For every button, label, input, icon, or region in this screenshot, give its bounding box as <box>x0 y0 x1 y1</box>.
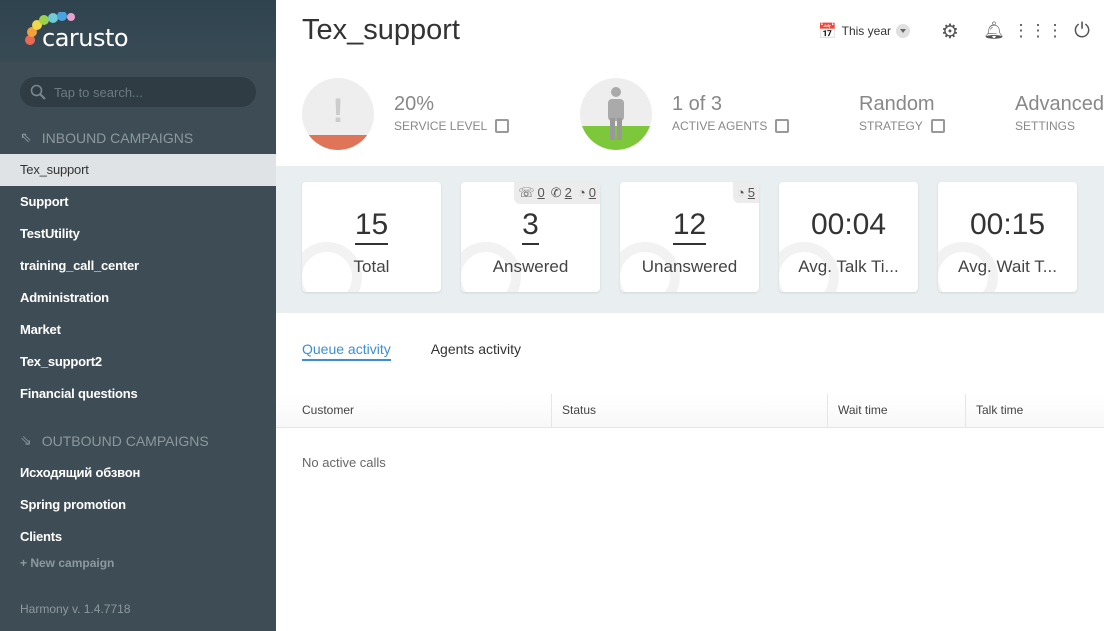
tab-agents-activity[interactable]: Agents activity <box>431 341 521 361</box>
service-level-stat: ! 20% SERVICE LEVEL <box>302 78 552 150</box>
edit-icon[interactable] <box>495 119 510 133</box>
page-title: Tex_support <box>302 14 460 46</box>
campaign-item[interactable]: Financial questions <box>0 378 276 410</box>
column-talk-time[interactable]: Talk time <box>965 394 1023 427</box>
agents-gauge <box>580 78 652 150</box>
column-wait-time[interactable]: Wait time <box>827 394 888 427</box>
tab-queue-activity[interactable]: Queue activity <box>302 341 391 361</box>
missed-call-icon: ✆ 2 <box>550 185 572 200</box>
campaign-item[interactable]: Clients <box>0 521 276 553</box>
unanswered-badges: ◔ 5 <box>732 182 759 203</box>
total-card[interactable]: 15 Total <box>302 182 441 292</box>
timer-icon: ◔ 0 <box>577 185 596 200</box>
main: Tex_support 📅 This year ⚙ 🔔︎ ⋮⋮⋮ ⏻ ! 20% … <box>276 0 1104 631</box>
logout-button[interactable]: ⏻ <box>1060 18 1104 44</box>
calendar-icon: 📅 <box>817 23 837 40</box>
timer-icon: ◔ 5 <box>736 185 755 200</box>
gears-icon: ⚙ <box>941 20 959 43</box>
campaign-item[interactable]: Tex_support <box>0 154 276 186</box>
campaign-item[interactable]: Market <box>0 314 276 346</box>
search-input[interactable] <box>54 84 234 100</box>
outbound-arrow-icon: ⇘ <box>20 432 32 448</box>
inbound-section-header[interactable]: ⇖ INBOUND CAMPAIGNS <box>20 129 193 146</box>
answered-card[interactable]: ☏ 0 ✆ 2 ◔ 0 3 Answered <box>461 182 600 292</box>
toolbar: 📅 This year ⚙ 🔔︎ ⋮⋮⋮ ⏻ <box>818 18 1104 44</box>
column-customer[interactable]: Customer <box>292 394 354 427</box>
avg-talk-time-card: 00:04 Avg. Talk Ti... <box>779 182 918 292</box>
search-box[interactable] <box>20 77 256 107</box>
plus-icon: + <box>20 556 31 570</box>
activity-tabs: Queue activity Agents activity <box>302 341 521 361</box>
settings-gears-button[interactable]: ⚙ <box>928 18 972 44</box>
campaign-item[interactable]: Support <box>0 186 276 218</box>
campaign-item[interactable]: TestUtility <box>0 218 276 250</box>
empty-message: No active calls <box>302 455 386 470</box>
table-header: Customer Status Wait time Talk time <box>276 394 1104 428</box>
cards-band: 15 Total ☏ 0 ✆ 2 ◔ 0 3 Answered ◔ 5 12 Unanswered… <box>276 166 1104 313</box>
notifications-button[interactable]: 🔔︎ <box>972 18 1016 44</box>
chevron-down-icon <box>896 24 910 38</box>
campaign-item[interactable]: Tex_support2 <box>0 346 276 378</box>
service-level-gauge: ! <box>302 78 374 150</box>
power-icon: ⏻ <box>1074 19 1090 42</box>
search-icon <box>30 84 46 100</box>
sidebar: carusto ⇖INBOUND CAMPAIGNS Tex_support S… <box>0 0 276 631</box>
grid-icon: ⋮⋮⋮ <box>1012 21 1064 40</box>
bell-icon: 🔔︎ <box>983 21 1005 40</box>
apps-button[interactable]: ⋮⋮⋮ <box>1013 18 1064 44</box>
strategy-stat: Random STRATEGY <box>767 78 945 150</box>
exclamation-icon: ! <box>332 92 344 130</box>
outbound-section-header[interactable]: ⇘ OUTBOUND CAMPAIGNS <box>20 432 209 449</box>
person-icon <box>608 87 624 140</box>
new-campaign-button[interactable]: + New campaign <box>20 556 114 570</box>
answered-badges: ☏ 0 ✆ 2 ◔ 0 <box>514 182 600 204</box>
avg-wait-time-card: 00:15 Avg. Wait T... <box>938 182 1077 292</box>
period-select[interactable]: 📅 This year <box>818 22 910 40</box>
logo-text: carusto <box>42 24 129 52</box>
version-label: Harmony v. 1.4.7718 <box>20 602 131 616</box>
transfer-icon: ☏ 0 <box>518 185 545 200</box>
campaign-item[interactable]: Исходящий обзвон <box>0 457 276 489</box>
column-status[interactable]: Status <box>551 394 596 427</box>
campaign-item[interactable]: Spring promotion <box>0 489 276 521</box>
inbound-arrow-icon: ⇖ <box>20 129 32 145</box>
campaign-item[interactable]: Administration <box>0 282 276 314</box>
logo[interactable]: carusto <box>0 0 276 62</box>
unanswered-card[interactable]: ◔ 5 12 Unanswered <box>620 182 759 292</box>
campaign-item[interactable]: training_call_center <box>0 250 276 282</box>
settings-stat[interactable]: Advanced SETTINGS <box>923 78 1104 150</box>
